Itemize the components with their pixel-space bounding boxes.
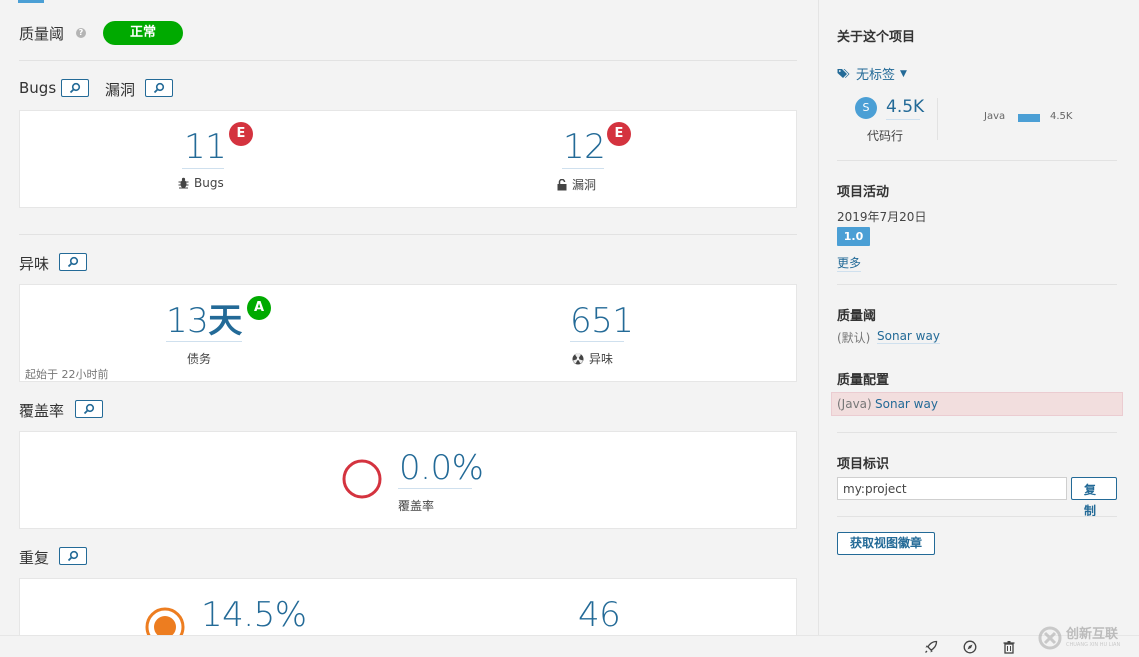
divider [837,284,1117,285]
activity-title: 项目活动 [837,185,890,200]
vulns-metric-label: 漏洞 [557,176,596,193]
quality-profile-title: 质量配置 [837,373,890,388]
quality-gate-title: 质量阈 [837,309,877,324]
duplication-value-link[interactable]: 14.5% [201,596,307,634]
smells-label-text: 异味 [589,352,614,366]
search-icon [69,82,81,94]
language-lines: 4.5K [1050,111,1073,122]
debt-number: 13 [166,301,209,341]
debt-label: 债务 [187,352,212,366]
smells-metric-label: 异味 [572,350,613,367]
language-name: Java [984,111,1006,122]
bugs-rating-badge[interactable]: E [229,122,253,146]
tags-dropdown[interactable]: 无标签 ▼ [837,64,907,83]
search-icon [67,550,79,562]
project-key-input[interactable] [837,477,1067,500]
more-activity-link[interactable]: 更多 [837,254,862,272]
about-title: 关于这个项目 [837,30,916,45]
vulns-label-text: 漏洞 [572,178,597,192]
duplication-card [19,578,797,638]
divider [937,98,938,140]
radiation-icon [572,353,584,364]
unlock-icon [557,178,567,190]
size-rating-badge: S [855,97,877,119]
underline [182,168,224,169]
duplication-drilldown-button[interactable] [59,547,87,565]
underline [562,168,604,169]
trash-icon[interactable] [1002,640,1016,654]
vulns-drilldown-button[interactable] [145,79,173,97]
coverage-metric-label: 覆盖率 [398,499,435,513]
vulns-rating-badge[interactable]: E [607,122,631,146]
divider [837,516,1117,517]
debt-value-link[interactable]: 13天 [166,302,242,340]
bugs-vulns-card [19,110,797,208]
tag-icon [837,68,850,78]
language-bar [1018,114,1040,122]
smells-card [19,284,797,382]
quality-gate-status-badge: 正常 [103,21,183,45]
underline [166,341,242,342]
underline [398,488,472,489]
help-icon[interactable]: ? [76,28,86,38]
version-badge: 1.0 [837,227,870,246]
smells-count-link[interactable]: 651 [570,302,634,340]
watermark-subtext: CHUANG XIN HU LIAN [1066,642,1121,648]
bugs-count-link[interactable]: 11 [184,128,227,166]
search-icon [83,403,95,415]
tags-label: 无标签 [856,68,896,83]
quality-profile-link[interactable]: Sonar way [875,397,938,411]
search-icon [153,82,165,94]
coverage-section-title: 覆盖率 [19,402,65,420]
divider [837,432,1117,433]
coverage-donut-icon [342,459,382,499]
watermark-logo-icon [1038,626,1062,650]
quality-gate-link[interactable]: Sonar way [877,329,940,344]
divider [19,234,797,235]
bugs-section-title: Bugs [19,79,57,97]
vulns-section-title: 漏洞 [105,81,136,99]
main-panel: 质量阈 ? 正常 Bugs 漏洞 11 E Bugs 12 E 漏洞 异味 13… [0,0,818,657]
duplication-section-title: 重复 [19,549,50,567]
bugs-metric-label: Bugs [178,176,224,190]
divider [19,60,797,61]
underline [886,119,920,120]
lines-of-code-link[interactable]: 4.5K [886,97,924,117]
activity-date: 2019年7月20日 [837,210,927,224]
compass-icon[interactable] [963,640,977,654]
lines-of-code-label: 代码行 [867,129,904,143]
watermark: 创新互联 CHUANG XIN HU LIAN [1038,622,1134,654]
smells-drilldown-button[interactable] [59,253,87,271]
active-tab-indicator [18,0,44,3]
debt-unit: 天 [208,301,242,341]
leak-period-note: 起始于 22小时前 [25,368,109,381]
debt-rating-badge[interactable]: A [247,296,271,320]
quality-profile-language: (Java) [837,397,872,411]
search-icon [67,256,79,268]
coverage-value-link[interactable]: 0.0% [399,449,484,487]
rocket-icon[interactable] [924,640,938,654]
smells-section-title: 异味 [19,255,50,273]
coverage-drilldown-button[interactable] [75,400,103,418]
bugs-label-text: Bugs [194,176,224,190]
bug-icon [178,177,189,189]
divider [837,160,1117,161]
quality-gate-default-tag: (默认) [837,331,871,345]
duplication-donut-icon [145,607,185,638]
caret-down-icon: ▼ [900,68,907,79]
duplicated-blocks-link[interactable]: 46 [578,596,621,634]
underline [570,341,624,342]
project-key-title: 项目标识 [837,457,890,472]
vulns-count-link[interactable]: 12 [563,128,606,166]
watermark-text: 创新互联 [1066,627,1119,642]
get-badges-button[interactable]: 获取视图徽章 [837,532,935,555]
bugs-drilldown-button[interactable] [61,79,89,97]
quality-gate-label: 质量阈 [19,25,65,43]
